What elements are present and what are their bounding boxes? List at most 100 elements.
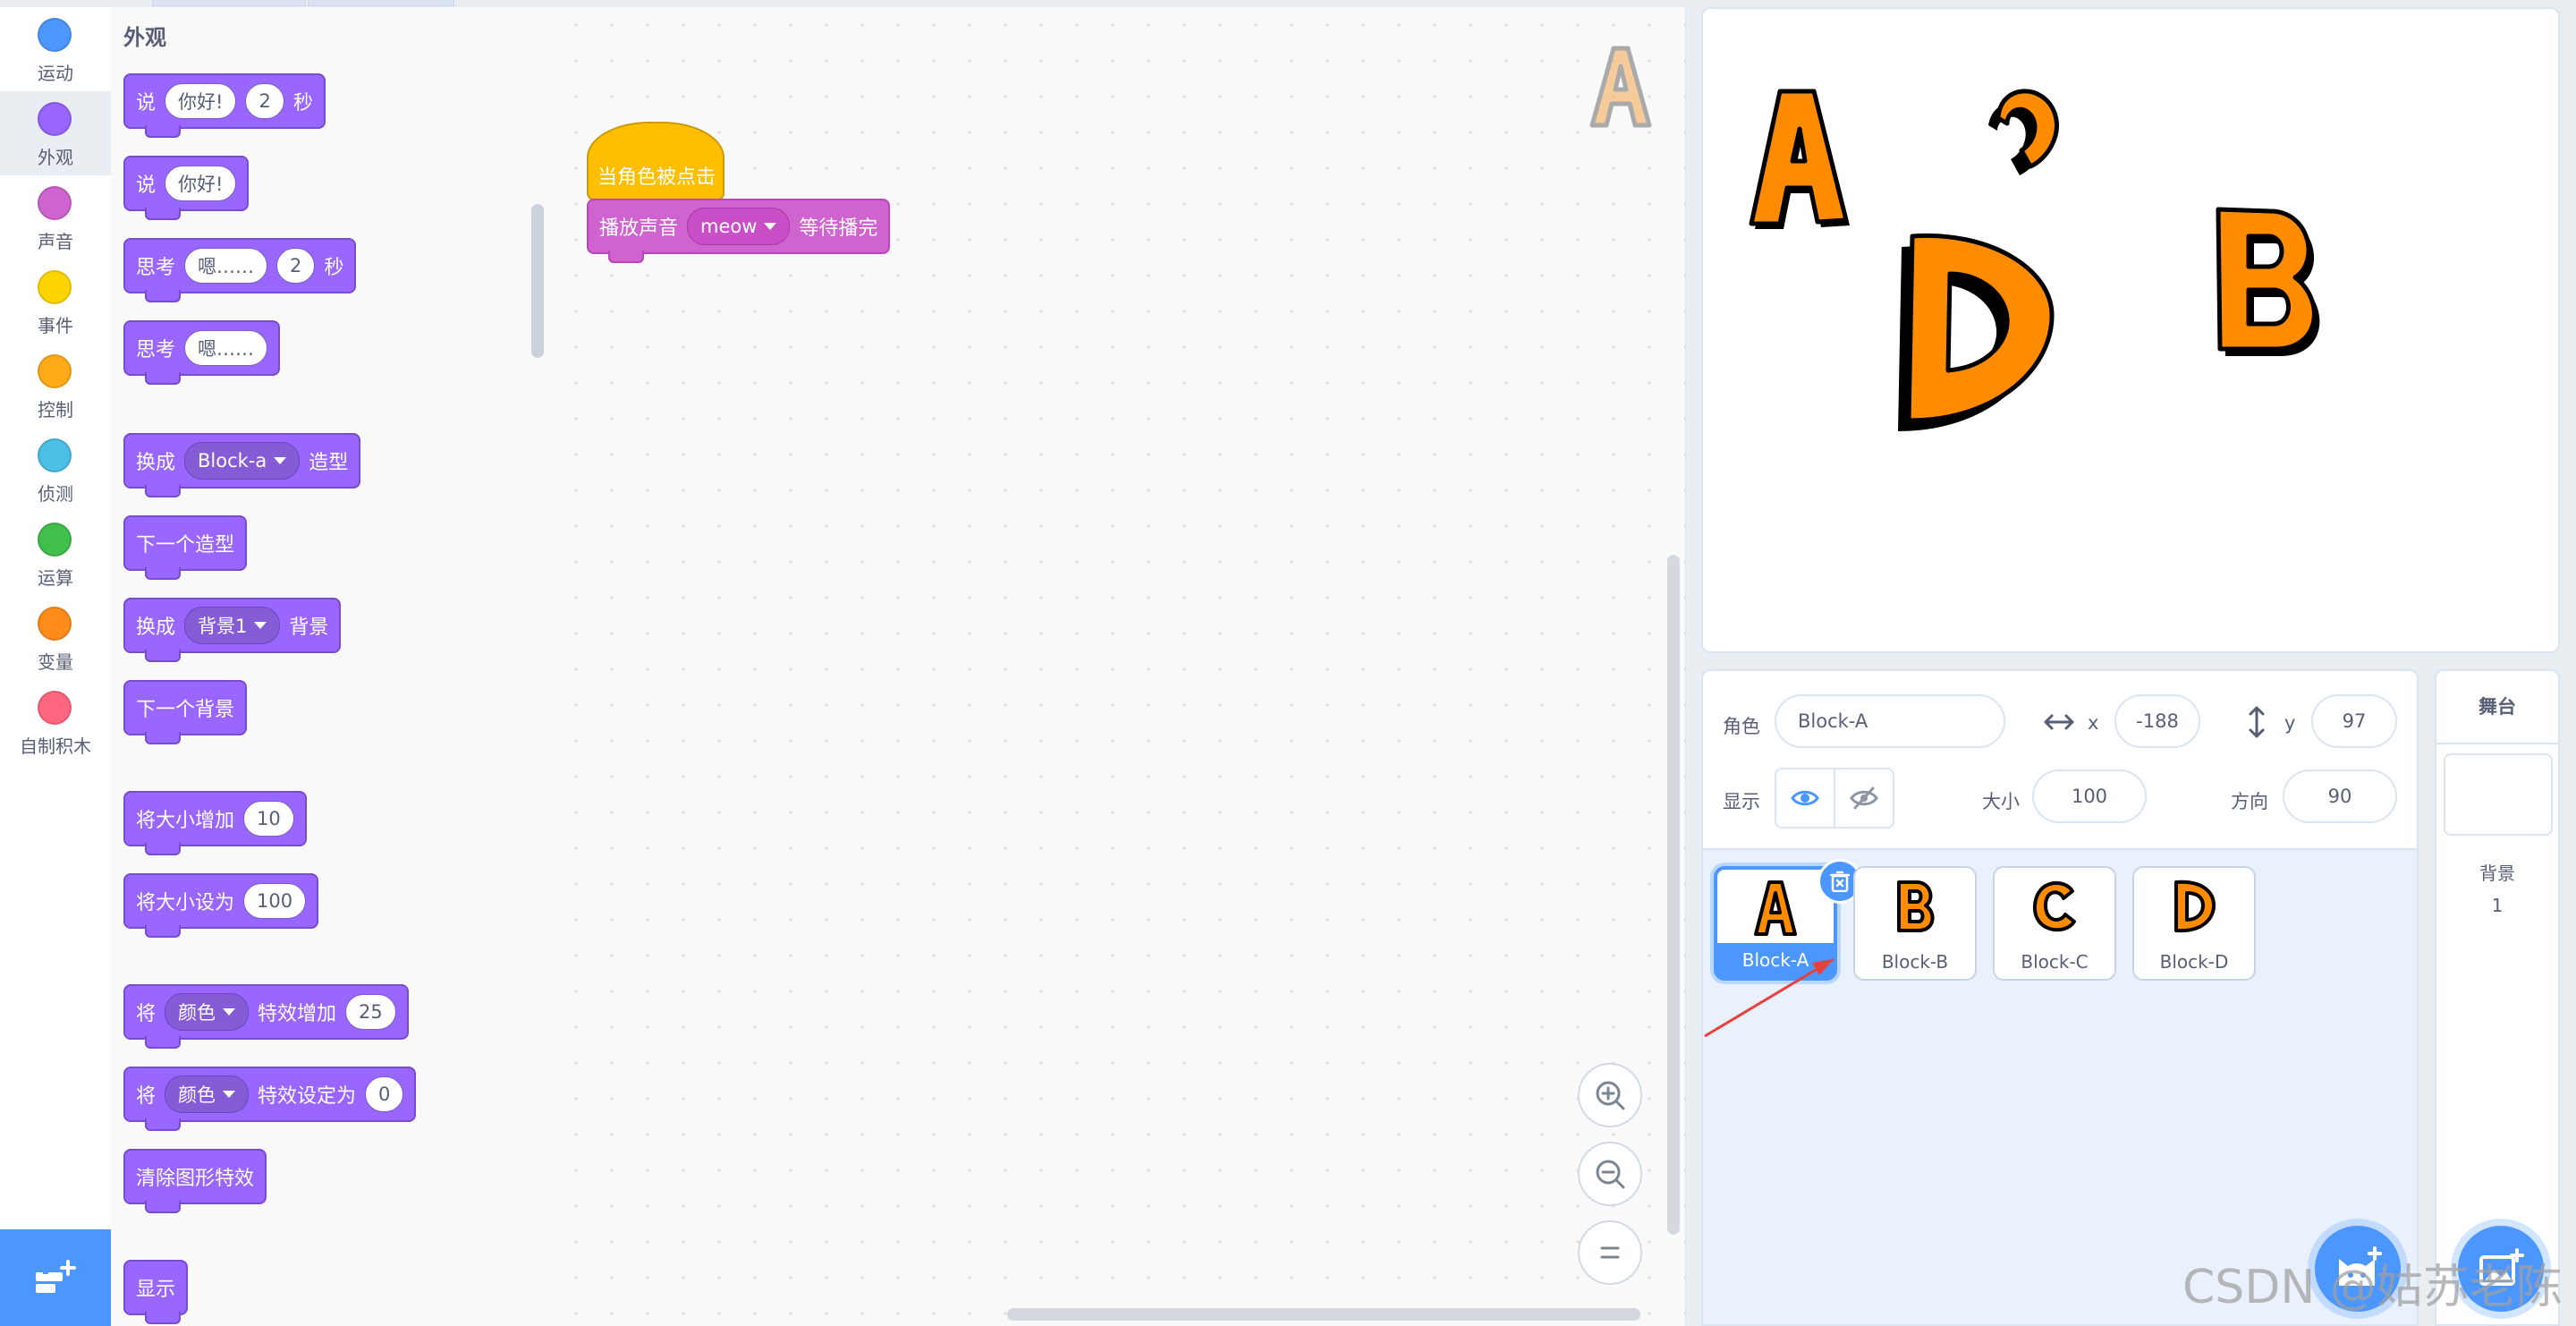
block-label: 特效设定为	[258, 1085, 357, 1108]
code-horizontal-scrollbar[interactable]	[1007, 1308, 1640, 1321]
sprite-tile-block-b[interactable]: Block-B	[1853, 866, 1977, 981]
x-input[interactable]: -188	[2114, 694, 2200, 748]
block-label: 秒	[324, 257, 344, 279]
stage-canvas[interactable]	[1701, 7, 2560, 653]
think-block[interactable]: 思考 嗯……	[123, 320, 281, 385]
block-label: 思考	[136, 257, 176, 279]
text-input[interactable]: 你好!	[165, 83, 237, 119]
when-sprite-clicked-hat-block[interactable]: 当角色被点击	[587, 122, 724, 200]
set-size-block[interactable]: 将大小设为 100	[123, 873, 319, 938]
motion-color-dot	[38, 18, 72, 52]
sprite-tile-name: Block-B	[1881, 951, 1949, 973]
show-hidden-button[interactable]	[1834, 768, 1894, 829]
effect-dropdown[interactable]: 颜色	[165, 993, 250, 1031]
effect-dropdown[interactable]: 颜色	[165, 1075, 250, 1113]
category-variables[interactable]: 变量	[0, 596, 111, 680]
y-value: 97	[2342, 710, 2367, 732]
number-input[interactable]: 10	[243, 801, 294, 837]
letter-d-costume-icon	[2174, 880, 2216, 933]
category-label: 运动	[38, 63, 73, 84]
costume-dropdown[interactable]: Block-a	[184, 442, 301, 480]
number-input[interactable]: 2	[276, 248, 316, 284]
say-block[interactable]: 说 你好!	[123, 156, 250, 220]
y-label: y	[2284, 712, 2296, 734]
dropdown-arrow-icon	[223, 1091, 236, 1098]
category-looks[interactable]: 外观	[0, 91, 111, 175]
text-input[interactable]: 你好!	[165, 166, 237, 201]
next-backdrop-block[interactable]: 下一个背景	[123, 680, 248, 744]
say-for-secs-block[interactable]: 说 你好! 2 秒	[123, 73, 326, 138]
zoom-out-button[interactable]	[1578, 1142, 1642, 1206]
backdrop-dropdown[interactable]: 背景1	[184, 607, 281, 644]
show-block[interactable]: 显示	[123, 1260, 189, 1324]
sprite-b-on-stage	[2216, 207, 2320, 356]
zoom-reset-button[interactable]	[1578, 1220, 1642, 1285]
vertical-arrows-icon	[2249, 706, 2265, 738]
number-input[interactable]: 2	[245, 83, 284, 119]
block-label: 下一个背景	[136, 699, 235, 721]
sound-dropdown[interactable]: meow	[687, 208, 791, 245]
category-events[interactable]: 事件	[0, 259, 111, 344]
sprite-a-on-stage	[1749, 89, 1850, 229]
sensing-color-dot	[38, 438, 72, 472]
stage-selector[interactable]: 舞台 背景 1	[2435, 669, 2560, 1326]
size-value: 100	[2071, 786, 2108, 807]
size-input[interactable]: 100	[2032, 769, 2147, 823]
show-visible-button[interactable]	[1775, 768, 1835, 829]
sprite-tile-block-d[interactable]: Block-D	[2132, 866, 2256, 981]
add-extension-button[interactable]	[0, 1229, 111, 1326]
category-motion[interactable]: 运动	[0, 7, 111, 91]
direction-label: 方向	[2231, 791, 2268, 812]
dropdown-arrow-icon	[254, 622, 267, 629]
extension-icon	[36, 1260, 76, 1293]
block-label: 显示	[136, 1279, 176, 1301]
code-area[interactable]: 当角色被点击 播放声音 meow 等待播完	[558, 7, 1686, 1326]
sprite-thumbnail	[1855, 871, 1975, 941]
category-my-blocks[interactable]: 自制积木	[0, 680, 111, 764]
category-sensing[interactable]: 侦测	[0, 428, 111, 512]
block-label: 换成	[136, 452, 176, 474]
sprite-tile-name: Block-C	[2021, 951, 2089, 973]
number-input[interactable]: 0	[365, 1076, 404, 1112]
change-size-block[interactable]: 将大小增加 10	[123, 791, 307, 855]
next-costume-block[interactable]: 下一个造型	[123, 515, 248, 580]
text-input[interactable]: 嗯……	[184, 330, 268, 366]
text-input[interactable]: 嗯……	[184, 248, 268, 284]
clear-effects-block[interactable]: 清除图形特效	[123, 1149, 267, 1213]
category-operators[interactable]: 运算	[0, 512, 111, 596]
category-label: 外观	[38, 147, 73, 168]
palette-scrollbar[interactable]	[531, 204, 544, 358]
direction-input[interactable]: 90	[2283, 769, 2397, 823]
block-label: 等待播完	[799, 217, 878, 240]
trash-icon	[1830, 871, 1850, 892]
category-label: 运算	[38, 567, 73, 589]
block-palette: 外观 说 你好! 2 秒 说 你好! 思考 嗯…… 2 秒 思考 嗯…… 换成 …	[111, 7, 559, 1326]
eye-slash-icon	[1850, 786, 1878, 810]
tab-code[interactable]	[152, 0, 306, 6]
think-for-secs-block[interactable]: 思考 嗯…… 2 秒	[123, 238, 357, 302]
category-sound[interactable]: 声音	[0, 175, 111, 259]
play-sound-until-done-block[interactable]: 播放声音 meow 等待播完	[587, 199, 891, 263]
switch-backdrop-block[interactable]: 换成 背景1 背景	[123, 598, 342, 662]
zoom-in-button[interactable]	[1578, 1063, 1642, 1127]
stage-thumbnail[interactable]	[2444, 753, 2553, 836]
tab-costumes[interactable]	[308, 0, 454, 6]
number-input[interactable]: 100	[243, 883, 307, 919]
block-label: 播放声音	[599, 217, 679, 240]
category-control[interactable]: 控制	[0, 344, 111, 428]
dropdown-arrow-icon	[274, 457, 287, 464]
change-effect-block[interactable]: 将 颜色 特效增加 25	[123, 984, 409, 1049]
letter-a-costume-icon	[1754, 880, 1797, 936]
code-vertical-scrollbar[interactable]	[1667, 555, 1680, 1235]
watermark-text: CSDN @姑苏老陈	[2182, 1261, 2563, 1314]
number-input[interactable]: 25	[345, 994, 396, 1030]
switch-costume-block[interactable]: 换成 Block-a 造型	[123, 433, 361, 497]
y-input[interactable]: 97	[2311, 694, 2397, 748]
sprite-name-input[interactable]: Block-A	[1775, 694, 2005, 748]
block-label: 将大小增加	[136, 810, 235, 832]
block-label: 将	[136, 1085, 157, 1108]
sprite-tile-block-c[interactable]: Block-C	[1993, 866, 2116, 981]
sprite-tile-name: Block-D	[2159, 951, 2229, 973]
sprite-pane: 角色 Block-A x -188 y 97 显示 大小 100 方向 90 B…	[1701, 669, 2419, 1326]
set-effect-block[interactable]: 将 颜色 特效设定为 0	[123, 1067, 417, 1131]
